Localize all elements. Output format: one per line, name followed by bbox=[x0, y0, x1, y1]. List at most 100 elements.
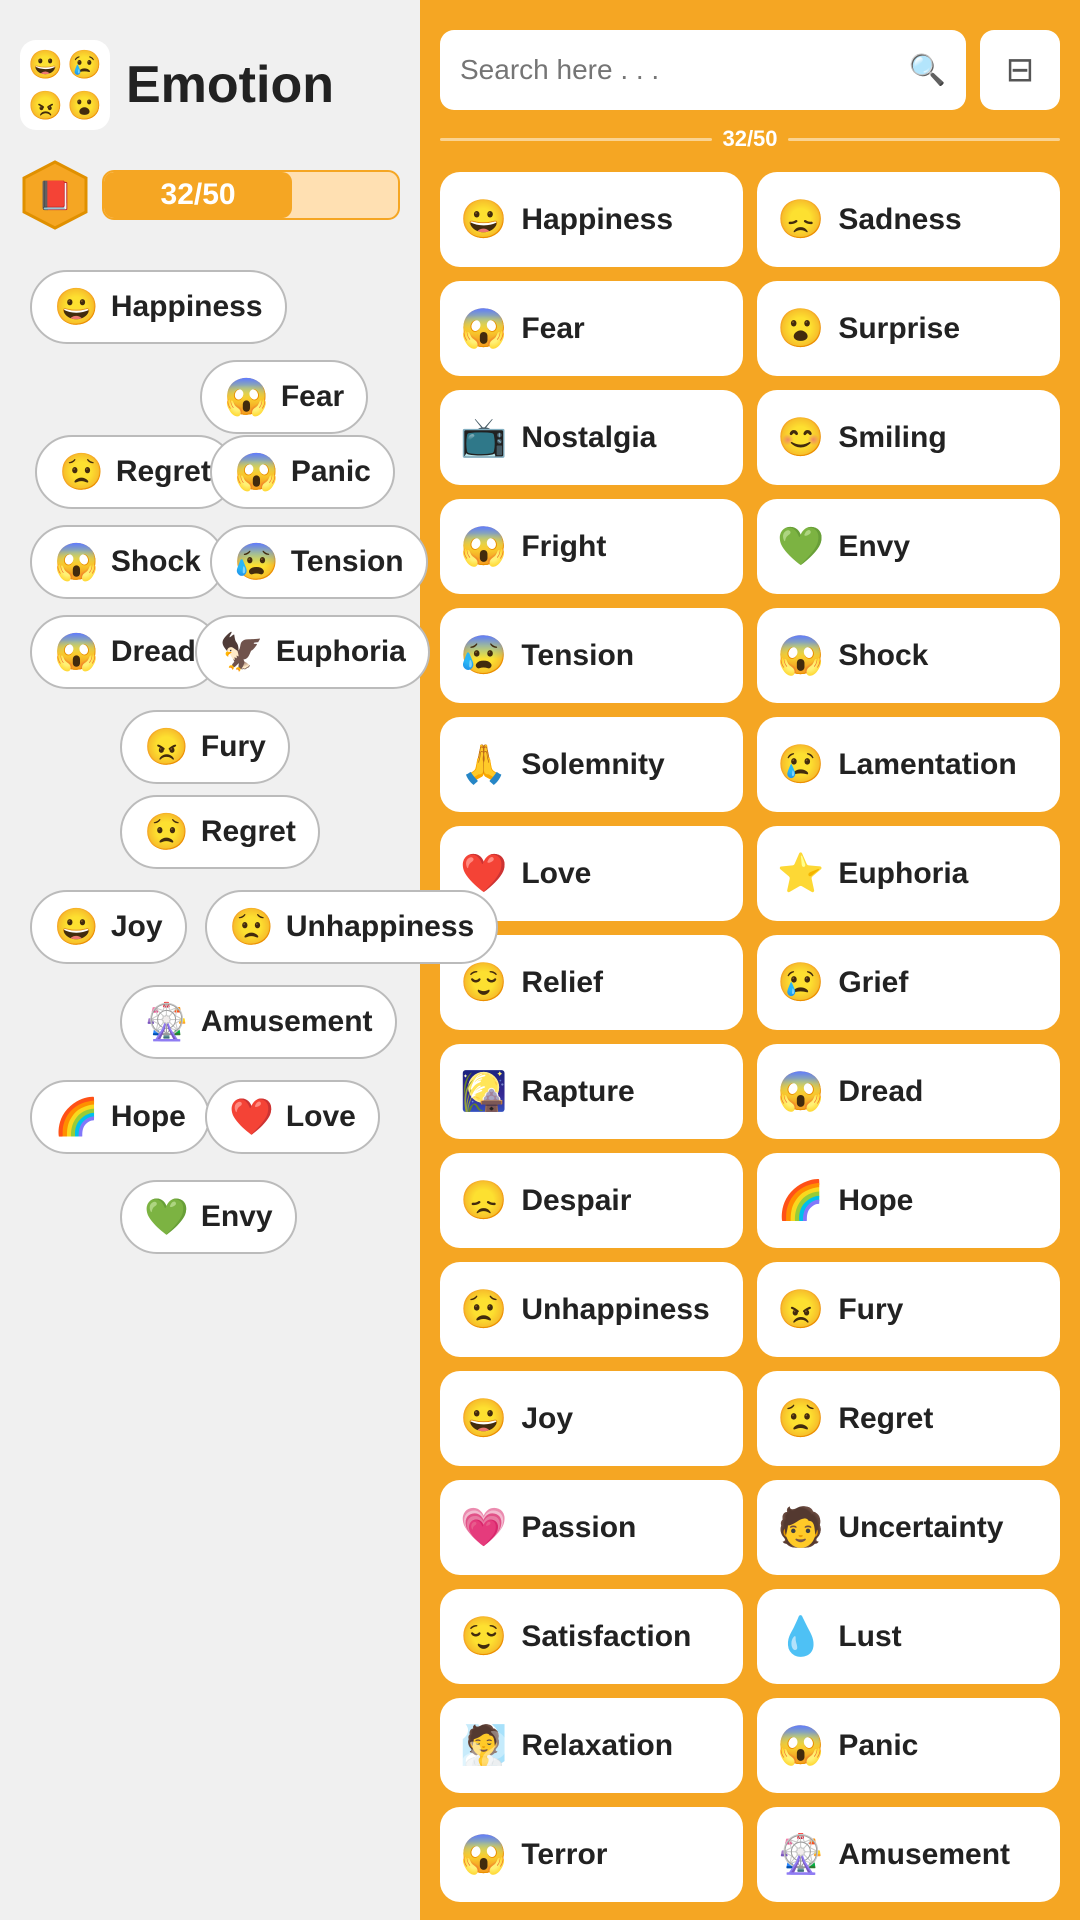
emotion-card-sadness[interactable]: 😞Sadness bbox=[757, 172, 1060, 267]
emotion-label: Envy bbox=[838, 530, 910, 564]
search-input[interactable] bbox=[460, 54, 909, 86]
emotion-label: Relaxation bbox=[521, 1729, 673, 1763]
search-icon: 🔍 bbox=[909, 53, 946, 88]
left-chip-dread[interactable]: 😱Dread bbox=[30, 615, 220, 689]
emotion-card-terror[interactable]: 😱 Terror bbox=[440, 1807, 743, 1902]
chip-label: Tension bbox=[291, 545, 404, 579]
emotion-emoji: 🙏 bbox=[460, 743, 507, 787]
emotion-emoji: 💚 bbox=[777, 525, 824, 569]
emotion-emoji: 🎑 bbox=[460, 1070, 507, 1114]
emotion-label: Regret bbox=[838, 1402, 933, 1436]
emotion-card-dread[interactable]: 😱Dread bbox=[757, 1044, 1060, 1139]
emotion-card-euphoria[interactable]: ⭐Euphoria bbox=[757, 826, 1060, 921]
emotion-card-uncertainty[interactable]: 🧑Uncertainty bbox=[757, 1480, 1060, 1575]
emotion-emoji: 😱 bbox=[460, 307, 507, 351]
emotion-card-envy[interactable]: 💚 Envy bbox=[757, 499, 1060, 594]
chip-emoji: 😱 bbox=[224, 376, 269, 418]
emotion-label: Despair bbox=[521, 1184, 631, 1218]
emotion-card-passion[interactable]: 💗Passion bbox=[440, 1480, 743, 1575]
emotion-card-relaxation[interactable]: 🧖Relaxation bbox=[440, 1698, 743, 1793]
emotion-card-solemnity[interactable]: 🙏Solemnity bbox=[440, 717, 743, 812]
emotion-card-panic[interactable]: 😱Panic bbox=[757, 1698, 1060, 1793]
chip-emoji: 🦅 bbox=[219, 631, 264, 673]
chips-area: 😀Happiness😱Fear😟Regret😱Panic😱Shock😰Tensi… bbox=[20, 270, 400, 1770]
emotion-card-fright[interactable]: 😱Fright bbox=[440, 499, 743, 594]
emotion-card-lamentation[interactable]: 😢Lamentation bbox=[757, 717, 1060, 812]
logo-emoji-3: 😠 bbox=[28, 92, 63, 120]
chip-emoji: 😀 bbox=[54, 906, 99, 948]
left-chip-amusement[interactable]: 🎡Amusement bbox=[120, 985, 397, 1059]
left-chip-tension[interactable]: 😰Tension bbox=[210, 525, 428, 599]
emotion-label: Fear bbox=[521, 312, 584, 346]
emotion-label: Terror bbox=[521, 1838, 607, 1872]
emotion-card-regret[interactable]: 😟 Regret bbox=[757, 1371, 1060, 1466]
emotion-card-rapture[interactable]: 🎑 Rapture bbox=[440, 1044, 743, 1139]
chip-emoji: 😟 bbox=[59, 451, 104, 493]
emotion-card-joy[interactable]: 😀Joy bbox=[440, 1371, 743, 1466]
emotion-card-unhappiness[interactable]: 😟Unhappiness bbox=[440, 1262, 743, 1357]
chip-emoji: 😠 bbox=[144, 726, 189, 768]
emotion-card-happiness[interactable]: 😀Happiness bbox=[440, 172, 743, 267]
left-chip-regret[interactable]: 😟Regret bbox=[35, 435, 235, 509]
emotion-card-grief[interactable]: 😢Grief bbox=[757, 935, 1060, 1030]
emotion-card-amusement[interactable]: 🎡Amusement bbox=[757, 1807, 1060, 1902]
left-chip-unhappiness[interactable]: 😟Unhappiness bbox=[205, 890, 498, 964]
emotion-card-smiling[interactable]: 😊Smiling bbox=[757, 390, 1060, 485]
left-chip-joy[interactable]: 😀Joy bbox=[30, 890, 187, 964]
emotion-card-lust[interactable]: 💧Lust bbox=[757, 1589, 1060, 1684]
chip-emoji: 😱 bbox=[234, 451, 279, 493]
emotion-card-despair[interactable]: 😞Despair bbox=[440, 1153, 743, 1248]
filter-button[interactable]: ⊟ bbox=[980, 30, 1060, 110]
emotion-card-hope[interactable]: 🌈Hope bbox=[757, 1153, 1060, 1248]
emotion-card-shock[interactable]: 😱Shock bbox=[757, 608, 1060, 703]
emotion-label: Happiness bbox=[521, 203, 673, 237]
left-chip-happiness[interactable]: 😀 Happiness bbox=[30, 270, 287, 344]
emotion-label: Grief bbox=[838, 966, 908, 1000]
emotion-emoji: 😟 bbox=[777, 1397, 824, 1441]
left-chip-regret[interactable]: 😟Regret bbox=[120, 795, 320, 869]
left-chip-love[interactable]: ❤️ Love bbox=[205, 1080, 380, 1154]
emotion-label: Surprise bbox=[838, 312, 960, 346]
emotion-emoji: 😢 bbox=[777, 743, 824, 787]
chip-emoji: 😀 bbox=[54, 286, 99, 328]
emotion-card-surprise[interactable]: 😮Surprise bbox=[757, 281, 1060, 376]
progress-bar-fill: 32/50 bbox=[104, 172, 292, 218]
emotion-card-satisfaction[interactable]: 😌Satisfaction bbox=[440, 1589, 743, 1684]
emotion-label: Rapture bbox=[521, 1075, 634, 1109]
emotion-emoji: 😱 bbox=[777, 1724, 824, 1768]
search-progress-count: 32/50 bbox=[722, 126, 777, 152]
emotion-label: Euphoria bbox=[838, 857, 968, 891]
emotion-label: Nostalgia bbox=[521, 421, 656, 455]
chip-label: Love bbox=[286, 1100, 356, 1134]
emotion-label: Sadness bbox=[838, 203, 961, 237]
chip-emoji: ❤️ bbox=[229, 1096, 274, 1138]
emotion-emoji: 💧 bbox=[777, 1615, 824, 1659]
emotion-emoji: 😱 bbox=[460, 1833, 507, 1877]
progress-line-right bbox=[788, 138, 1060, 141]
emotion-card-fury[interactable]: 😠Fury bbox=[757, 1262, 1060, 1357]
left-chip-shock[interactable]: 😱 Shock bbox=[30, 525, 225, 599]
emotion-label: Tension bbox=[521, 639, 634, 673]
emotion-card-fear[interactable]: 😱 Fear bbox=[440, 281, 743, 376]
chip-emoji: 🎡 bbox=[144, 1001, 189, 1043]
chip-label: Dread bbox=[111, 635, 196, 669]
progress-text: 32/50 bbox=[161, 178, 236, 212]
search-progress-row: 32/50 bbox=[440, 126, 1060, 152]
left-chip-envy[interactable]: 💚Envy bbox=[120, 1180, 297, 1254]
left-chip-euphoria[interactable]: 🦅Euphoria bbox=[195, 615, 430, 689]
search-input-wrap[interactable]: 🔍 bbox=[440, 30, 966, 110]
left-chip-fear[interactable]: 😱Fear bbox=[200, 360, 368, 434]
emotions-grid: 😀Happiness😞Sadness 😱 Fear 😮Surprise 📺 Nostalg… bbox=[440, 172, 1060, 1920]
emotion-label: Amusement bbox=[838, 1838, 1010, 1872]
chip-label: Shock bbox=[111, 545, 201, 579]
chip-label: Happiness bbox=[111, 290, 263, 324]
emotion-card-tension[interactable]: 😰Tension bbox=[440, 608, 743, 703]
emotion-card-nostalgia[interactable]: 📺 Nostalgia bbox=[440, 390, 743, 485]
chip-emoji: 😱 bbox=[54, 541, 99, 583]
emotion-emoji: 📺 bbox=[460, 416, 507, 460]
chip-label: Panic bbox=[291, 455, 371, 489]
emotion-label: Fury bbox=[838, 1293, 903, 1327]
left-chip-hope[interactable]: 🌈Hope bbox=[30, 1080, 210, 1154]
left-chip-fury[interactable]: 😠Fury bbox=[120, 710, 290, 784]
left-chip-panic[interactable]: 😱 Panic bbox=[210, 435, 395, 509]
